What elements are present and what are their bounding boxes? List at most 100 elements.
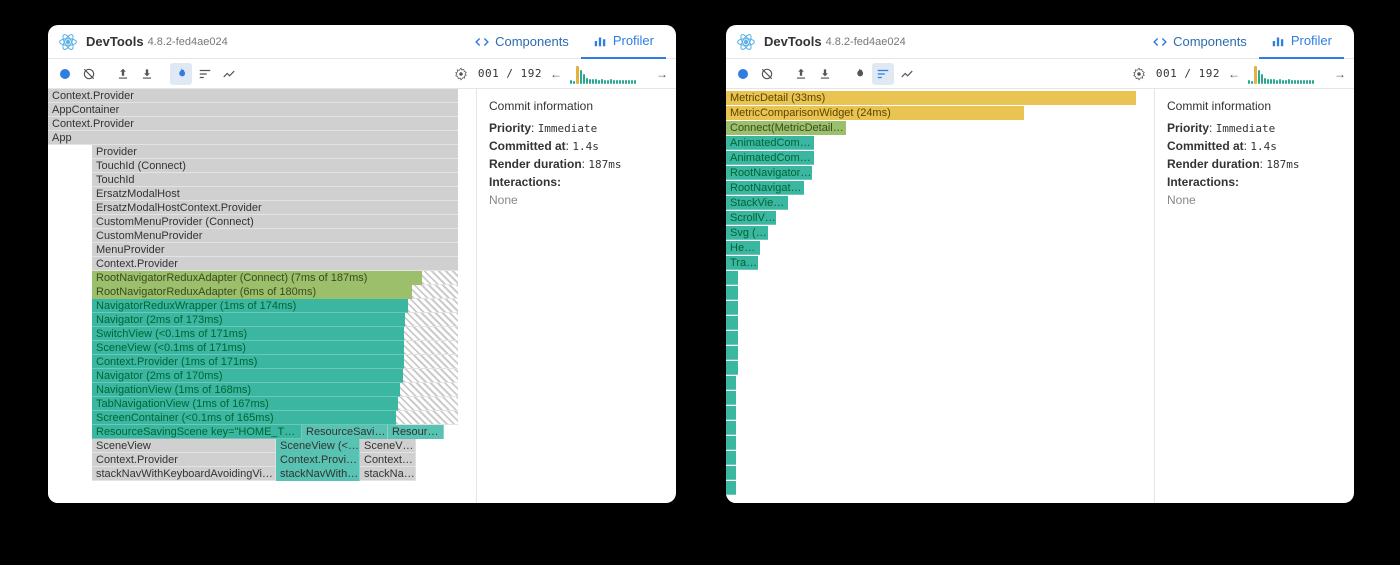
- flame-segment[interactable]: stackNav…: [360, 467, 416, 481]
- next-commit-button[interactable]: →: [654, 67, 670, 81]
- ranked-bar[interactable]: Connect(MetricDetail…: [726, 121, 846, 135]
- react-logo-icon: [58, 32, 78, 52]
- flame-row[interactable]: NavigationView (1ms of 168ms): [92, 383, 400, 397]
- flame-segment[interactable]: SceneView: [92, 439, 276, 453]
- flame-row[interactable]: ErsatzModalHost: [92, 187, 458, 201]
- app-version: 4.8.2-fed4ae024: [826, 36, 906, 48]
- ranked-bar[interactable]: [726, 361, 738, 375]
- ranked-tab-button[interactable]: [194, 63, 216, 85]
- flame-row[interactable]: MenuProvider: [92, 243, 458, 257]
- settings-button[interactable]: [450, 63, 472, 85]
- flamegraph-tab-button[interactable]: [170, 63, 192, 85]
- tab-profiler-label: Profiler: [1291, 33, 1332, 48]
- ranked-bar[interactable]: [726, 421, 736, 435]
- ranked-bar[interactable]: [726, 436, 736, 450]
- flame-row[interactable]: RootNavigatorReduxAdapter (6ms of 180ms): [92, 285, 412, 299]
- flame-segment[interactable]: ResourceSavingScene key="HOME_T…: [92, 425, 302, 439]
- ranked-panel[interactable]: MetricDetail (33ms)MetricComparisonWidge…: [726, 89, 1154, 503]
- ranked-bar[interactable]: [726, 301, 738, 315]
- flamegraph-panel[interactable]: Context.ProviderAppContainerContext.Prov…: [48, 89, 476, 503]
- flame-row[interactable]: CustomMenuProvider: [92, 229, 458, 243]
- flame-segment[interactable]: stackNavWithK…: [276, 467, 360, 481]
- flame-row[interactable]: TabNavigationView (1ms of 167ms): [92, 397, 398, 411]
- record-button[interactable]: [54, 63, 76, 85]
- flame-row[interactable]: Context.Provider: [48, 89, 458, 103]
- ranked-bar[interactable]: MetricDetail (33ms): [726, 91, 1136, 105]
- ranked-bar[interactable]: Hea…: [726, 241, 760, 255]
- upload-button[interactable]: [112, 63, 134, 85]
- ranked-bar[interactable]: [726, 481, 736, 495]
- ranked-bar[interactable]: MetricComparisonWidget (24ms): [726, 106, 1024, 120]
- flame-row[interactable]: TouchId: [92, 173, 458, 187]
- prev-commit-button[interactable]: ←: [548, 67, 564, 81]
- commit-index: 001: [478, 67, 499, 80]
- flame-row[interactable]: App: [48, 131, 458, 145]
- flame-row[interactable]: ScreenContainer (<0.1ms of 165ms): [92, 411, 396, 425]
- tab-components[interactable]: Components: [1141, 25, 1259, 59]
- flame-row[interactable]: Navigator (2ms of 170ms): [92, 369, 403, 383]
- commit-bar-chart[interactable]: [1248, 64, 1326, 84]
- flamegraph-tab-button[interactable]: [848, 63, 870, 85]
- tab-components[interactable]: Components: [463, 25, 581, 59]
- download-button[interactable]: [136, 63, 158, 85]
- interactions-tab-button[interactable]: [896, 63, 918, 85]
- settings-button[interactable]: [1128, 63, 1150, 85]
- next-commit-button[interactable]: →: [1332, 67, 1348, 81]
- flame-segment[interactable]: Context.Provider: [92, 453, 276, 467]
- ranked-bar[interactable]: AnimatedComp…: [726, 151, 814, 165]
- ranked-bar[interactable]: [726, 271, 738, 285]
- commit-counter: 001 / 192: [478, 67, 542, 80]
- flame-row[interactable]: TouchId (Connect): [92, 159, 458, 173]
- commit-total: 192: [1199, 67, 1220, 80]
- ranked-bar[interactable]: RootNavigatorR…: [726, 166, 812, 180]
- ranked-bar[interactable]: [726, 391, 736, 405]
- flame-row[interactable]: ErsatzModalHostContext.Provider: [92, 201, 458, 215]
- commit-bar-chart[interactable]: [570, 64, 648, 84]
- reload-button[interactable]: [756, 63, 778, 85]
- flame-segment[interactable]: SceneView: [360, 439, 416, 453]
- download-button[interactable]: [814, 63, 836, 85]
- interactions-tab-button[interactable]: [218, 63, 240, 85]
- flame-row[interactable]: Context.Provider (1ms of 171ms): [92, 355, 404, 369]
- ranked-bar[interactable]: Svg (4…: [726, 226, 768, 240]
- ranked-bar[interactable]: [726, 406, 736, 420]
- ranked-bar[interactable]: [726, 331, 738, 345]
- tab-components-label: Components: [495, 34, 569, 49]
- ranked-bar[interactable]: Tran…: [726, 256, 758, 270]
- upload-button[interactable]: [790, 63, 812, 85]
- ranked-bar[interactable]: [726, 376, 736, 390]
- reload-button[interactable]: [78, 63, 100, 85]
- flame-segment[interactable]: Context.…: [360, 453, 416, 467]
- flame-row[interactable]: Provider: [92, 145, 458, 159]
- flame-segment[interactable]: Context.Provide…: [276, 453, 360, 467]
- flame-segment[interactable]: stackNavWithKeyboardAvoidingView: [92, 467, 276, 481]
- flame-row[interactable]: Navigator (2ms of 173ms): [92, 313, 405, 327]
- ranked-bar[interactable]: [726, 466, 736, 480]
- flame-row[interactable]: Context.Provider: [48, 117, 458, 131]
- record-button[interactable]: [732, 63, 754, 85]
- prev-commit-button[interactable]: ←: [1226, 67, 1242, 81]
- ranked-tab-button[interactable]: [872, 63, 894, 85]
- flame-row[interactable]: AppContainer: [48, 103, 458, 117]
- flame-segment[interactable]: Resource…: [388, 425, 444, 439]
- ranked-bar[interactable]: [726, 451, 736, 465]
- flame-row[interactable]: RootNavigatorReduxAdapter (Connect) (7ms…: [92, 271, 422, 285]
- ranked-bar[interactable]: ScrollVi…: [726, 211, 776, 225]
- ranked-bar[interactable]: StackView…: [726, 196, 788, 210]
- ranked-bar[interactable]: AnimatedComp…: [726, 136, 814, 150]
- flame-segment[interactable]: SceneView (<0…: [276, 439, 360, 453]
- tab-profiler[interactable]: Profiler: [1259, 25, 1344, 59]
- flame-row[interactable]: CustomMenuProvider (Connect): [92, 215, 458, 229]
- ranked-bar[interactable]: RootNavigato…: [726, 181, 804, 195]
- ranked-bar[interactable]: [726, 316, 738, 330]
- devtools-window-flamegraph: DevTools 4.8.2-fed4ae024 Components Prof…: [48, 25, 676, 503]
- flame-row[interactable]: SceneView (<0.1ms of 171ms): [92, 341, 404, 355]
- flame-segment[interactable]: ResourceSaving…: [302, 425, 388, 439]
- flame-row[interactable]: SwitchView (<0.1ms of 171ms): [92, 327, 404, 341]
- ranked-bar[interactable]: [726, 286, 738, 300]
- ranked-bar[interactable]: [726, 346, 738, 360]
- flame-row[interactable]: Context.Provider: [92, 257, 458, 271]
- flame-row[interactable]: NavigatorReduxWrapper (1ms of 174ms): [92, 299, 408, 313]
- tab-profiler[interactable]: Profiler: [581, 25, 666, 59]
- commit-info-heading: Commit information: [489, 99, 664, 113]
